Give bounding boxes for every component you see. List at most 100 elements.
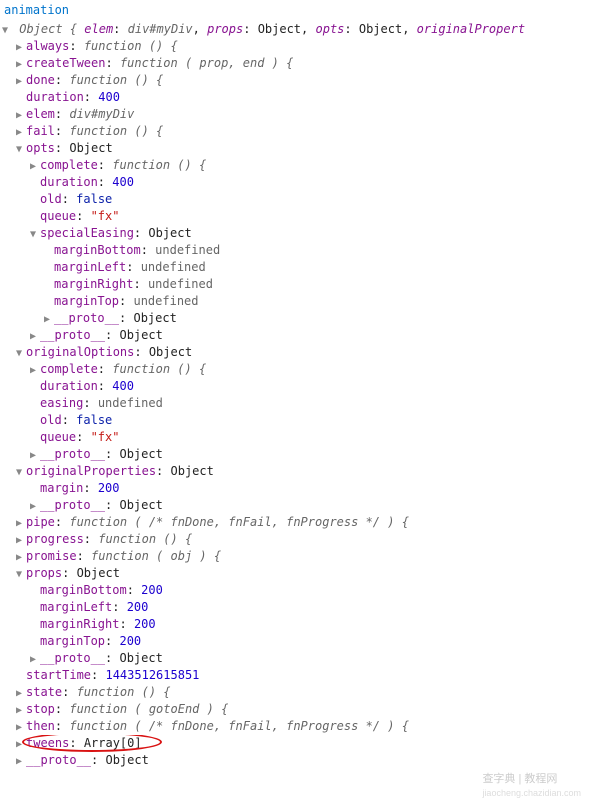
- tree-row[interactable]: duration: 400: [2, 378, 587, 395]
- tree-row[interactable]: marginBottom: 200: [2, 582, 587, 599]
- tree-row[interactable]: marginLeft: 200: [2, 599, 587, 616]
- expand-arrow-icon[interactable]: [44, 313, 54, 327]
- expand-arrow-icon[interactable]: [16, 347, 26, 361]
- property-key: marginBottom: [40, 583, 127, 597]
- property-key: pipe: [26, 515, 55, 529]
- tree-row[interactable]: __proto__: Object: [2, 446, 587, 463]
- expand-arrow-icon[interactable]: [16, 551, 26, 565]
- property-value: 400: [112, 175, 134, 189]
- property-key: duration: [40, 175, 98, 189]
- tree-row[interactable]: props: Object: [2, 565, 587, 582]
- tree-row[interactable]: easing: undefined: [2, 395, 587, 412]
- expand-arrow-icon[interactable]: [30, 228, 40, 242]
- tree-row[interactable]: done: function () {: [2, 72, 587, 89]
- tree-row[interactable]: duration: 400: [2, 89, 587, 106]
- property-value: 400: [112, 379, 134, 393]
- tree-row[interactable]: fail: function () {: [2, 123, 587, 140]
- property-key: marginTop: [40, 634, 105, 648]
- tree-row[interactable]: pipe: function ( /* fnDone, fnFail, fnPr…: [2, 514, 587, 531]
- expand-arrow-icon[interactable]: [16, 738, 26, 752]
- tree-row[interactable]: marginRight: 200: [2, 616, 587, 633]
- expand-arrow-icon[interactable]: [16, 41, 26, 55]
- property-key: complete: [40, 158, 98, 172]
- expand-arrow-icon[interactable]: [16, 109, 26, 123]
- tree-row[interactable]: __proto__: Object: [2, 497, 587, 514]
- tree-row[interactable]: opts: Object: [2, 140, 587, 157]
- expand-arrow-icon[interactable]: [30, 160, 40, 174]
- expand-arrow-icon[interactable]: [16, 704, 26, 718]
- tree-row[interactable]: createTween: function ( prop, end ) {: [2, 55, 587, 72]
- highlighted-property: tweens: Array[0]: [26, 735, 142, 752]
- expand-arrow-icon[interactable]: [16, 687, 26, 701]
- tree-row[interactable]: marginRight: undefined: [2, 276, 587, 293]
- property-key: always: [26, 39, 69, 53]
- property-value: div#myDiv: [69, 107, 134, 121]
- tree-row[interactable]: stop: function ( gotoEnd ) {: [2, 701, 587, 718]
- property-key: duration: [40, 379, 98, 393]
- expand-arrow-icon[interactable]: [16, 75, 26, 89]
- expand-arrow-icon[interactable]: [30, 500, 40, 514]
- property-value: Object: [119, 651, 162, 665]
- tree-row[interactable]: complete: function () {: [2, 361, 587, 378]
- tree-row[interactable]: elem: div#myDiv: [2, 106, 587, 123]
- property-value: undefined: [133, 294, 198, 308]
- expand-arrow-icon[interactable]: [30, 330, 40, 344]
- property-key: easing: [40, 396, 83, 410]
- expand-arrow-icon[interactable]: [16, 58, 26, 72]
- property-key: margin: [40, 481, 83, 495]
- property-key: old: [40, 413, 62, 427]
- property-key: marginRight: [54, 277, 133, 291]
- tree-row[interactable]: queue: "fx": [2, 208, 587, 225]
- tree-row[interactable]: progress: function () {: [2, 531, 587, 548]
- object-summary-row[interactable]: Object { elem: div#myDiv, props: Object,…: [2, 21, 587, 38]
- expand-arrow-icon[interactable]: [16, 143, 26, 157]
- tree-row[interactable]: originalOptions: Object: [2, 344, 587, 361]
- tree-row[interactable]: __proto__: Object: [2, 650, 587, 667]
- tree-row[interactable]: promise: function ( obj ) {: [2, 548, 587, 565]
- tree-row[interactable]: duration: 400: [2, 174, 587, 191]
- log-title: animation: [2, 2, 587, 19]
- tree-row[interactable]: tweens: Array[0]: [2, 735, 587, 752]
- tree-row[interactable]: __proto__: Object: [2, 327, 587, 344]
- property-key: tweens: [26, 736, 69, 750]
- property-value: 200: [98, 481, 120, 495]
- expand-arrow-icon[interactable]: [16, 755, 26, 769]
- tree-row[interactable]: queue: "fx": [2, 429, 587, 446]
- property-key: progress: [26, 532, 84, 546]
- tree-row[interactable]: old: false: [2, 191, 587, 208]
- tree-row[interactable]: always: function () {: [2, 38, 587, 55]
- property-value: Object: [133, 311, 176, 325]
- tree-row[interactable]: state: function () {: [2, 684, 587, 701]
- expand-arrow-icon[interactable]: [30, 653, 40, 667]
- property-value: undefined: [148, 277, 213, 291]
- tree-row[interactable]: marginTop: 200: [2, 633, 587, 650]
- tree-row[interactable]: marginTop: undefined: [2, 293, 587, 310]
- property-value: function ( prop, end ) {: [120, 56, 293, 70]
- property-value: 200: [119, 634, 141, 648]
- expand-arrow-icon[interactable]: [30, 449, 40, 463]
- expand-arrow-icon[interactable]: [16, 721, 26, 735]
- tree-row[interactable]: originalProperties: Object: [2, 463, 587, 480]
- expand-arrow-icon[interactable]: [30, 364, 40, 378]
- expand-arrow-icon[interactable]: [16, 466, 26, 480]
- expand-arrow-icon[interactable]: [16, 534, 26, 548]
- tree-row[interactable]: margin: 200: [2, 480, 587, 497]
- expand-arrow-icon[interactable]: [16, 568, 26, 582]
- tree-row[interactable]: old: false: [2, 412, 587, 429]
- tree-row[interactable]: complete: function () {: [2, 157, 587, 174]
- tree-row[interactable]: startTime: 1443512615851: [2, 667, 587, 684]
- tree-row[interactable]: __proto__: Object: [2, 752, 587, 769]
- property-key: __proto__: [26, 753, 91, 767]
- tree-row[interactable]: specialEasing: Object: [2, 225, 587, 242]
- tree-row[interactable]: __proto__: Object: [2, 310, 587, 327]
- expand-arrow-icon[interactable]: [16, 517, 26, 531]
- property-value: function () {: [98, 532, 192, 546]
- tree-row[interactable]: marginLeft: undefined: [2, 259, 587, 276]
- property-value: function ( gotoEnd ) {: [69, 702, 228, 716]
- property-key: opts: [26, 141, 55, 155]
- tree-row[interactable]: marginBottom: undefined: [2, 242, 587, 259]
- expand-arrow-icon[interactable]: [2, 24, 12, 38]
- expand-arrow-icon[interactable]: [16, 126, 26, 140]
- property-key: __proto__: [40, 498, 105, 512]
- tree-row[interactable]: then: function ( /* fnDone, fnFail, fnPr…: [2, 718, 587, 735]
